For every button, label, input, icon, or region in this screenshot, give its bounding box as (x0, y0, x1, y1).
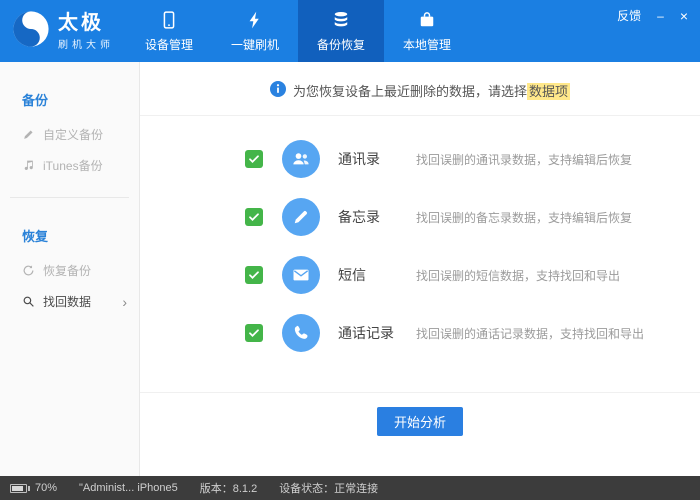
local-manage-icon (417, 9, 437, 31)
start-analyze-button[interactable]: 开始分析 (377, 407, 463, 436)
notice-text: 为您恢复设备上最近删除的数据，请选择数据项 (293, 81, 570, 100)
battery-icon (10, 484, 30, 493)
call-log-icon (282, 314, 320, 352)
notes-checkbox[interactable] (245, 208, 263, 226)
row-desc: 找回误删的通讯录数据，支持编辑后恢复 (416, 151, 632, 168)
tab-label: 备份恢复 (317, 36, 365, 53)
device-name: "Administ... iPhone5 (79, 482, 178, 494)
sidebar-section-restore: 恢复 (22, 226, 139, 245)
sidebar-section-backup: 备份 (22, 90, 139, 109)
feedback-link[interactable]: 反馈 (617, 7, 641, 24)
minimize-button[interactable]: – (657, 9, 664, 23)
window-controls: 反馈 – × (617, 7, 688, 24)
sidebar-item-find-data[interactable]: 找回数据 › (0, 286, 139, 317)
row-contacts[interactable]: 通讯录 找回误删的通讯录数据，支持编辑后恢复 (140, 130, 700, 188)
notes-icon (282, 198, 320, 236)
sidebar-item-custom-backup[interactable]: 自定义备份 (0, 119, 139, 150)
info-icon (270, 81, 286, 100)
notice-highlight: 数据项 (527, 83, 570, 100)
row-label: 备忘录 (338, 207, 416, 227)
call-log-checkbox[interactable] (245, 324, 263, 342)
custom-backup-icon (22, 128, 35, 141)
main-content: 为您恢复设备上最近删除的数据，请选择数据项 通讯录 找回误删的通讯录数据，支持编… (140, 62, 700, 476)
status-bar: 70% "Administ... iPhone5 版本：8.1.2 设备状态：正… (0, 476, 700, 500)
chevron-right-icon: › (122, 296, 127, 308)
contacts-checkbox[interactable] (245, 150, 263, 168)
tab-label: 一键刷机 (231, 36, 279, 53)
data-type-list: 通讯录 找回误删的通讯录数据，支持编辑后恢复 备忘录 找回误删的备忘录数据，支持… (140, 116, 700, 362)
row-notes[interactable]: 备忘录 找回误删的备忘录数据，支持编辑后恢复 (140, 188, 700, 246)
tab-label: 设备管理 (145, 36, 193, 53)
backup-restore-icon (331, 9, 351, 31)
tab-backup-restore[interactable]: 备份恢复 (298, 0, 384, 62)
sms-icon (282, 256, 320, 294)
taiji-logo-icon (12, 10, 50, 53)
tab-label: 本地管理 (403, 36, 451, 53)
find-data-icon (22, 295, 35, 308)
title-bar: 太极 刷机大师 设备管理 一键刷机 备份恢复 (0, 0, 700, 62)
sidebar-item-label: 找回数据 (43, 293, 91, 310)
notice-bar: 为您恢复设备上最近删除的数据，请选择数据项 (140, 62, 700, 116)
contacts-icon (282, 140, 320, 178)
row-desc: 找回误删的备忘录数据，支持编辑后恢复 (416, 209, 632, 226)
itunes-icon (22, 159, 35, 172)
sms-checkbox[interactable] (245, 266, 263, 284)
row-desc: 找回误删的通话记录数据，支持找回和导出 (416, 325, 644, 342)
row-call-log[interactable]: 通话记录 找回误删的通话记录数据，支持找回和导出 (140, 304, 700, 362)
close-button[interactable]: × (680, 8, 688, 24)
app-subtitle: 刷机大师 (58, 36, 114, 51)
one-key-flash-icon (245, 9, 265, 31)
version-text: 版本：8.1.2 (200, 480, 257, 496)
restore-backup-icon (22, 264, 35, 277)
device-manage-icon (159, 9, 179, 31)
app-title: 太极 (58, 12, 114, 34)
analyze-footer: 开始分析 (140, 392, 700, 476)
sidebar: 备份 自定义备份 iTunes备份 恢复 恢复备份 找回数据 › (0, 62, 140, 476)
sidebar-item-label: 恢复备份 (43, 262, 91, 279)
sidebar-divider (10, 197, 129, 198)
sidebar-item-restore-backup[interactable]: 恢复备份 (0, 255, 139, 286)
tab-local-manage[interactable]: 本地管理 (384, 0, 470, 62)
sidebar-item-label: iTunes备份 (43, 157, 103, 174)
app-brand: 太极 刷机大师 (0, 0, 126, 62)
row-desc: 找回误删的短信数据，支持找回和导出 (416, 267, 620, 284)
battery-status: 70% (10, 482, 57, 494)
sidebar-item-label: 自定义备份 (43, 126, 103, 143)
sidebar-item-itunes-backup[interactable]: iTunes备份 (0, 150, 139, 181)
row-sms[interactable]: 短信 找回误删的短信数据，支持找回和导出 (140, 246, 700, 304)
device-status-text: 设备状态：正常连接 (279, 480, 378, 496)
tab-device-manage[interactable]: 设备管理 (126, 0, 212, 62)
tab-one-key-flash[interactable]: 一键刷机 (212, 0, 298, 62)
main-nav: 设备管理 一键刷机 备份恢复 本地管理 (126, 0, 470, 62)
battery-percent: 70% (35, 482, 57, 494)
row-label: 短信 (338, 265, 416, 285)
row-label: 通话记录 (338, 323, 416, 343)
row-label: 通讯录 (338, 149, 416, 169)
